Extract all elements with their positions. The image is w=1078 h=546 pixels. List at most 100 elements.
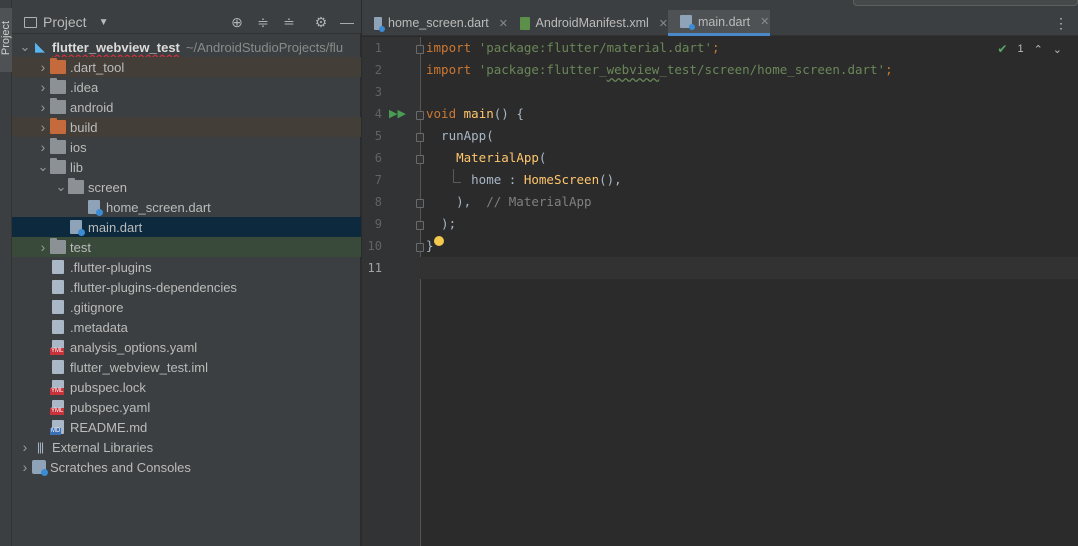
scratches-icon <box>32 460 48 476</box>
yml-file-icon <box>50 380 65 395</box>
tree-item[interactable]: .metadata <box>12 317 361 337</box>
folder-icon <box>50 158 66 174</box>
code-line: } <box>426 238 434 253</box>
run-configuration-box[interactable] <box>853 0 1078 6</box>
project-panel: Project ▼ ⊕ ≑ ≐ ⚙ — ⌄ ◣ flutter_webview_te… <box>12 0 361 546</box>
close-icon[interactable]: ✕ <box>499 17 508 30</box>
tree-item-label: pubspec.yaml <box>70 399 151 415</box>
tree-item-label: pubspec.lock <box>70 379 146 395</box>
tree-item[interactable]: analysis_options.yaml <box>12 337 361 357</box>
code-line: runApp( <box>426 128 494 143</box>
chevron-right-icon[interactable]: › <box>18 459 32 475</box>
chevron-down-icon[interactable]: ⌄ <box>18 39 32 55</box>
tree-item[interactable]: › test <box>12 237 361 257</box>
code-line: MaterialApp( <box>456 150 547 165</box>
tree-item[interactable]: › Scratches and Consoles <box>12 457 361 477</box>
project-view-selector[interactable]: Project ▼ <box>24 14 108 30</box>
dart-file-icon <box>374 16 386 32</box>
fold-marker-icon[interactable] <box>416 45 424 54</box>
chevron-down-icon[interactable]: ⌄ <box>54 179 68 195</box>
tree-item[interactable]: README.md <box>12 417 361 437</box>
folder-icon <box>50 138 66 154</box>
tree-item-label: README.md <box>70 419 148 435</box>
tree-item[interactable]: › android <box>12 97 361 117</box>
locate-icon[interactable]: ⊕ <box>228 13 246 31</box>
chevron-right-icon[interactable]: › <box>36 79 50 95</box>
tree-item[interactable]: › build <box>12 117 361 137</box>
chevron-right-icon[interactable]: › <box>36 99 50 115</box>
md-file-icon <box>50 420 64 435</box>
fold-marker-icon[interactable] <box>416 133 424 142</box>
chevron-down-icon[interactable]: ⌄ <box>1053 43 1062 56</box>
project-tool-window-tab[interactable]: Project <box>0 8 12 72</box>
fold-marker-icon[interactable] <box>416 221 424 230</box>
fold-marker-icon[interactable] <box>416 111 424 120</box>
close-icon[interactable]: ✕ <box>659 17 668 30</box>
tree-item[interactable]: .gitignore <box>12 297 361 317</box>
current-line-highlight <box>420 257 1078 279</box>
line-number: 7 <box>374 173 382 187</box>
tree-item[interactable]: main.dart <box>12 217 361 237</box>
tree-item[interactable]: › .idea <box>12 77 361 97</box>
tree-item[interactable]: ⌄ lib <box>12 157 361 177</box>
tree-item-label: screen <box>88 179 128 195</box>
tree-item[interactable]: ⌄ ◣ flutter_webview_test ~/AndroidStudioPro… <box>12 37 361 57</box>
dart-file-icon <box>88 200 103 216</box>
editor-tab-label: home_screen.dart <box>388 16 489 30</box>
tree-item[interactable]: .flutter-plugins <box>12 257 361 277</box>
folder-icon <box>50 118 66 134</box>
tree-item-label: main.dart <box>88 219 143 235</box>
close-icon[interactable]: ✕ <box>760 15 769 28</box>
tree-item-label: flutter_webview_test <box>52 39 180 55</box>
line-number: 2 <box>374 63 382 77</box>
code-line: ); <box>426 216 457 231</box>
tree-item[interactable]: › .dart_tool <box>12 57 361 77</box>
fold-marker-icon[interactable] <box>416 243 424 252</box>
folder-icon <box>68 178 84 194</box>
line-number: 10 <box>367 239 382 253</box>
fold-marker-icon[interactable] <box>416 199 424 208</box>
libraries-icon: ||| <box>36 440 44 454</box>
more-tabs-icon[interactable]: ⋮ <box>1054 15 1068 32</box>
chevron-right-icon[interactable]: › <box>18 439 32 455</box>
tree-item[interactable]: pubspec.lock <box>12 377 361 397</box>
tree-item[interactable]: flutter_webview_test.iml <box>12 357 361 377</box>
tree-item[interactable]: .flutter-plugins-dependencies <box>12 277 361 297</box>
fold-marker-icon[interactable] <box>416 155 424 164</box>
editor-tab[interactable]: AndroidManifest.xml ✕ <box>508 10 668 36</box>
line-number: 8 <box>374 195 382 209</box>
tree-item[interactable]: home_screen.dart <box>12 197 361 217</box>
tree-item[interactable]: ⌄ screen <box>12 177 361 197</box>
chevron-right-icon[interactable]: › <box>36 239 50 255</box>
editor-tab[interactable]: main.dart ✕ <box>668 10 770 36</box>
flutter-project-icon: ◣ <box>35 39 45 54</box>
tree-item-label: home_screen.dart <box>106 199 211 215</box>
collapse-all-icon[interactable]: ≐ <box>280 13 298 31</box>
tree-item-label: .dart_tool <box>70 59 125 75</box>
editor-tab[interactable]: home_screen.dart ✕ <box>362 10 508 36</box>
file-file-icon <box>52 280 64 294</box>
editor-area: ⋮ home_screen.dart ✕ AndroidManifest.xml ✕ m… <box>362 0 1078 546</box>
lightbulb-icon[interactable] <box>434 236 444 246</box>
hide-icon[interactable]: — <box>338 13 356 31</box>
chevron-right-icon[interactable]: › <box>36 59 50 75</box>
line-number: 1 <box>374 41 382 55</box>
chevron-right-icon[interactable]: › <box>36 119 50 135</box>
tree-item[interactable]: pubspec.yaml <box>12 397 361 417</box>
tree-item[interactable]: › ios <box>12 137 361 157</box>
gear-icon[interactable]: ⚙ <box>312 13 330 31</box>
tree-item-label: lib <box>70 159 84 175</box>
chevron-down-icon[interactable]: ⌄ <box>36 159 50 175</box>
chevron-right-icon[interactable]: › <box>36 139 50 155</box>
expand-all-icon[interactable]: ≑ <box>254 13 272 31</box>
tree-item[interactable]: › ||| External Libraries <box>12 437 361 457</box>
tree-item-label: .idea <box>70 79 99 95</box>
code-line: import 'package:flutter_webview_test/scr… <box>426 62 893 77</box>
xml-file-icon <box>520 16 530 30</box>
run-icon[interactable]: ▶▶ <box>389 107 406 120</box>
tree-item-label: ios <box>70 139 87 155</box>
inspection-widget[interactable]: ✔ 1 ⌃ ⌄ <box>997 42 1062 56</box>
top-toolbar-strip <box>362 0 1078 10</box>
line-number: 6 <box>374 151 382 165</box>
chevron-up-icon[interactable]: ⌃ <box>1034 43 1043 56</box>
